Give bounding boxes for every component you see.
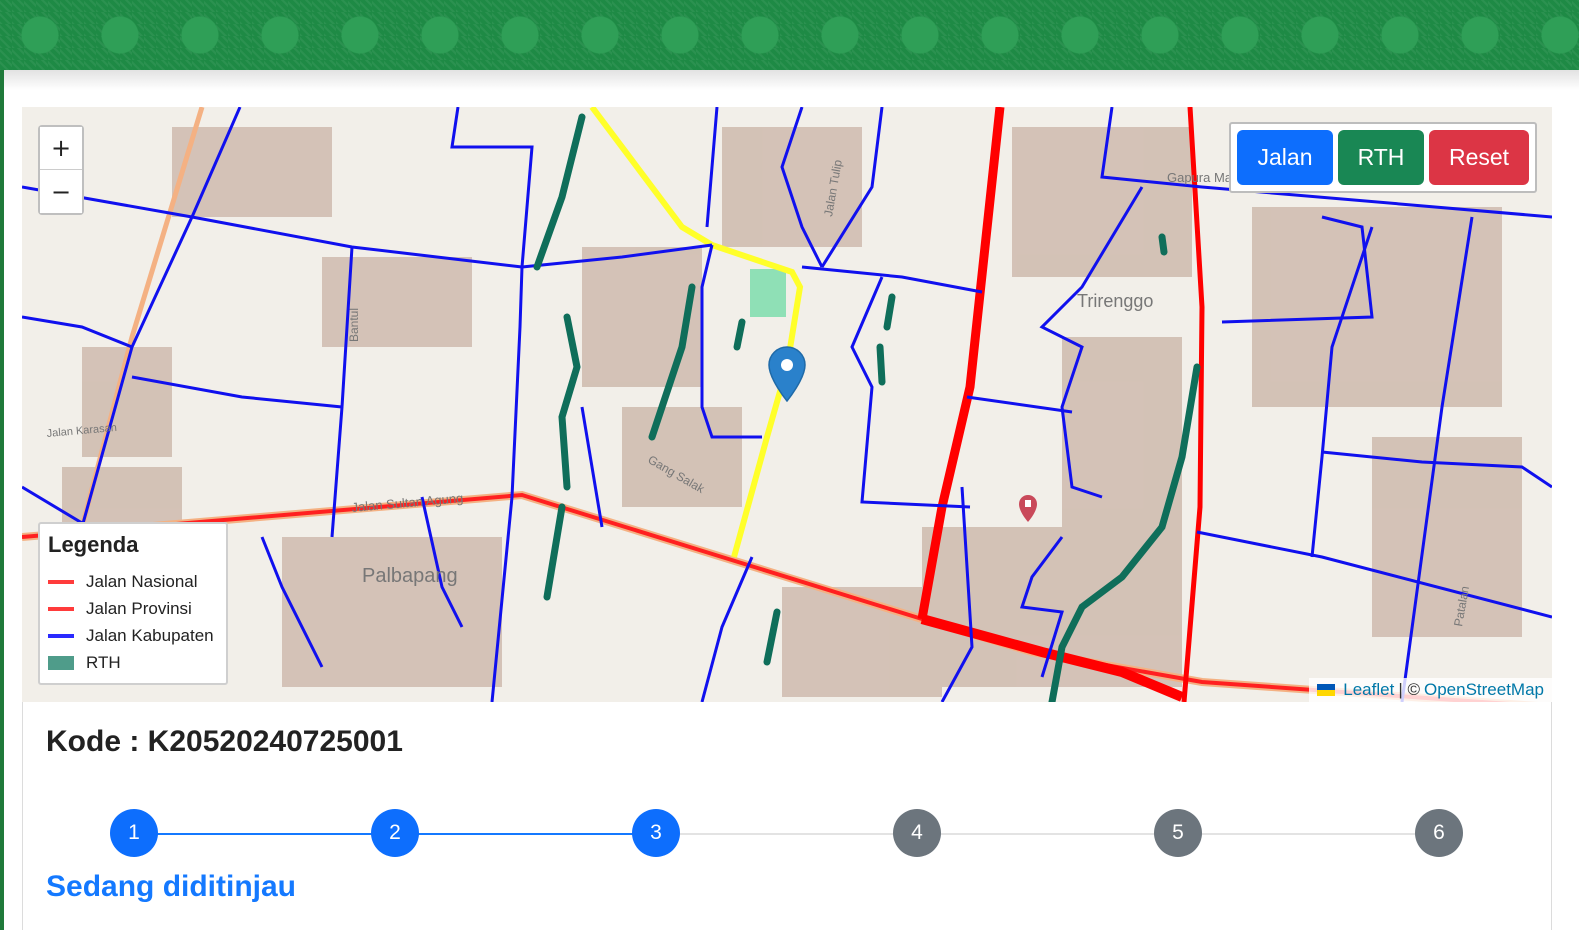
svg-text:Trirenggo: Trirenggo bbox=[1077, 291, 1153, 311]
progress-stepper: 1 2 3 4 5 6 bbox=[110, 809, 1464, 859]
status-text: Sedang diditinjau bbox=[46, 870, 297, 903]
legend-item-jalan-provinsi: Jalan Provinsi bbox=[48, 595, 218, 622]
zoom-out-button[interactable]: − bbox=[40, 170, 82, 213]
legend-swatch bbox=[48, 633, 74, 638]
svg-text:Palbapang: Palbapang bbox=[362, 565, 458, 587]
step-6: 6 bbox=[1415, 809, 1463, 857]
park-area bbox=[750, 269, 786, 317]
legend-label: Jalan Kabupaten bbox=[86, 625, 214, 645]
leaflet-link[interactable]: Leaflet bbox=[1343, 680, 1394, 700]
zoom-in-button[interactable]: + bbox=[40, 127, 82, 170]
ukraine-flag-icon bbox=[1317, 684, 1336, 696]
header-banner bbox=[0, 0, 1579, 70]
step-3: 3 bbox=[632, 809, 680, 857]
svg-text:Bantul: Bantul bbox=[347, 308, 361, 342]
layer-control: Jalan RTH Reset bbox=[1229, 122, 1537, 193]
legend-label: Jalan Provinsi bbox=[86, 598, 192, 618]
openstreetmap-link[interactable]: OpenStreetMap bbox=[1424, 680, 1544, 700]
poi-marker-icon bbox=[1019, 495, 1037, 522]
legend-swatch bbox=[48, 655, 74, 670]
jalan-layer-button[interactable]: Jalan bbox=[1237, 130, 1333, 185]
legend-title: Legenda bbox=[48, 532, 139, 557]
zoom-control: + − bbox=[38, 125, 84, 215]
legend-item-rth: RTH bbox=[48, 649, 218, 676]
step-5: 5 bbox=[1154, 809, 1202, 857]
legend-swatch bbox=[48, 606, 74, 611]
map-legend: Legenda Jalan Nasional Jalan Provinsi Ja… bbox=[38, 522, 228, 685]
location-marker-icon[interactable] bbox=[768, 346, 806, 403]
map-view[interactable]: Palbapang Trirenggo Jalan Sultan Agung G… bbox=[22, 107, 1552, 702]
legend-item-jalan-nasional: Jalan Nasional bbox=[48, 568, 218, 595]
banner-shadow bbox=[4, 70, 1579, 90]
rth-layer-button[interactable]: RTH bbox=[1338, 130, 1424, 185]
step-1: 1 bbox=[110, 809, 158, 857]
map-attribution: Leaflet | © OpenStreetMap bbox=[1309, 678, 1552, 702]
kode-label: Kode : K20520240725001 bbox=[46, 725, 403, 758]
building-blocks bbox=[62, 127, 1522, 697]
step-4: 4 bbox=[893, 809, 941, 857]
attribution-separator: | © bbox=[1398, 680, 1420, 699]
legend-swatch bbox=[48, 579, 74, 584]
legend-label: RTH bbox=[86, 652, 121, 672]
reset-button[interactable]: Reset bbox=[1429, 130, 1529, 185]
legend-item-jalan-kabupaten: Jalan Kabupaten bbox=[48, 622, 218, 649]
map-tiles: Palbapang Trirenggo Jalan Sultan Agung G… bbox=[22, 107, 1552, 702]
step-2: 2 bbox=[371, 809, 419, 857]
page-left-border bbox=[0, 0, 4, 930]
svg-text:Jalan Sultan Agung: Jalan Sultan Agung bbox=[351, 490, 464, 515]
step-connector-pending bbox=[656, 833, 1440, 835]
legend-label: Jalan Nasional bbox=[86, 571, 198, 591]
